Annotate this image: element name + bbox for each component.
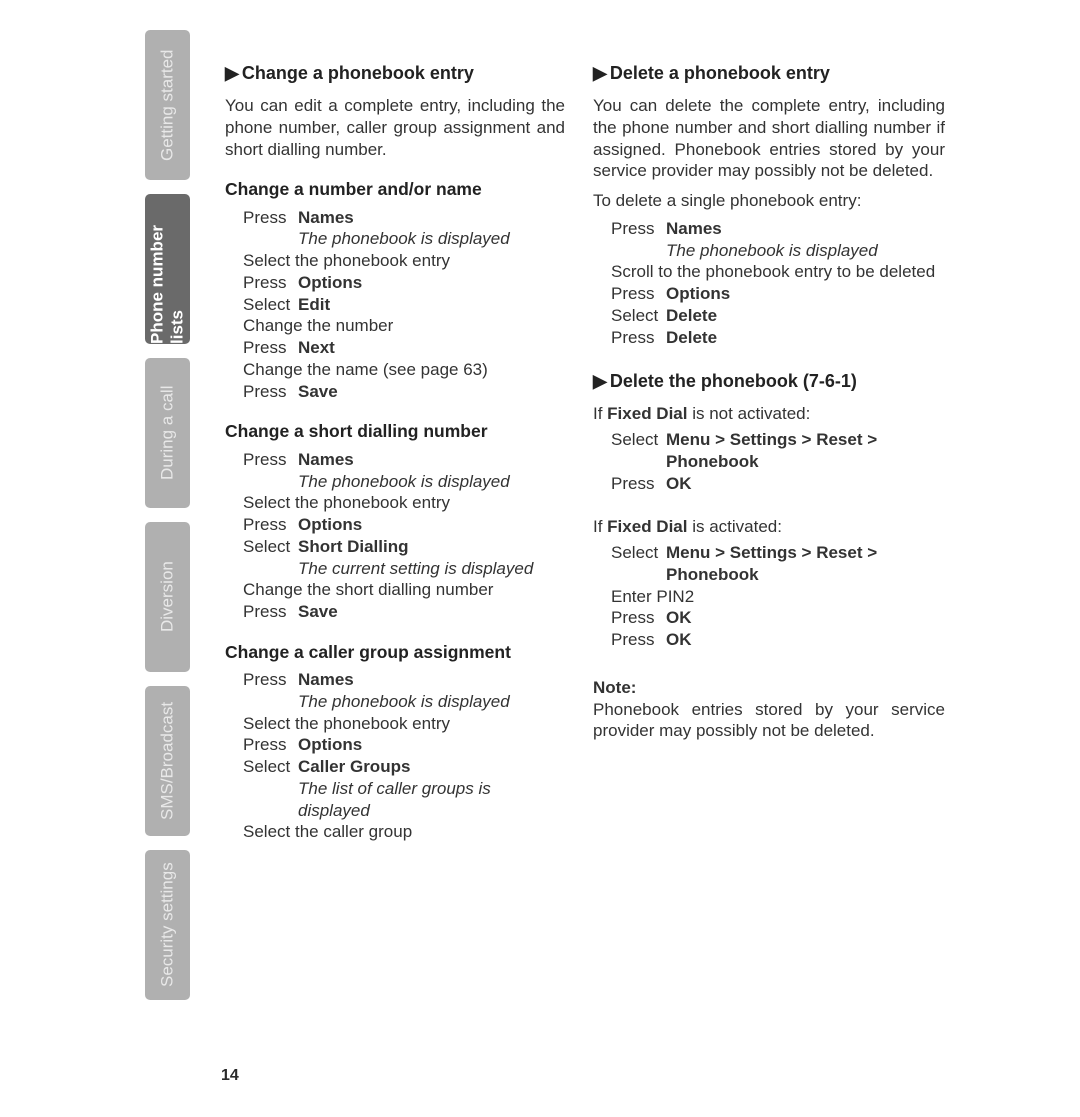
step-note: The list of caller groups is displayed (243, 778, 565, 822)
if-fixed-dial-not: If Fixed Dial is not activated: (593, 403, 945, 425)
step-note: The phonebook is displayed (611, 240, 945, 262)
right-column: ▶Delete a phonebook entry You can delete… (593, 60, 945, 1000)
steps-change-caller-group: PressNames The phonebook is displayed Se… (225, 669, 565, 843)
step: SelectEdit (243, 294, 565, 316)
steps-delete-entry: PressNames The phonebook is displayed Sc… (593, 218, 945, 349)
tab-during-a-call[interactable]: During a call (145, 358, 190, 508)
step: PressNames (243, 449, 565, 471)
step: Enter PIN2 (611, 586, 945, 608)
heading-change-entry: ▶Change a phonebook entry (225, 62, 565, 85)
tab-getting-started[interactable]: Getting started (145, 30, 190, 180)
step: PressOptions (243, 734, 565, 756)
step: SelectMenu > Settings > Reset > Phoneboo… (611, 429, 945, 473)
step: Scroll to the phonebook entry to be dele… (611, 261, 945, 283)
subheading-change-number-name: Change a number and/or name (225, 178, 565, 200)
steps-change-number-name: PressNames The phonebook is displayed Se… (225, 207, 565, 403)
heading-text: Change a phonebook entry (242, 63, 474, 83)
step: SelectDelete (611, 305, 945, 327)
left-column: ▶Change a phonebook entry You can edit a… (225, 60, 565, 1000)
step: PressNames (243, 207, 565, 229)
step: PressOptions (243, 272, 565, 294)
step: Change the short dialling number (243, 579, 565, 601)
sidebar-tabs: Getting started Phone number lists Durin… (0, 30, 200, 1000)
step: Select the phonebook entry (243, 250, 565, 272)
steps-change-short-dial: PressNames The phonebook is displayed Se… (225, 449, 565, 623)
step: PressOK (611, 607, 945, 629)
tab-sms-broadcast[interactable]: SMS/Broadcast (145, 686, 190, 836)
step-note: The phonebook is displayed (243, 691, 565, 713)
step: PressDelete (611, 327, 945, 349)
tab-diversion[interactable]: Diversion (145, 522, 190, 672)
subheading-change-short-dial: Change a short dialling number (225, 420, 565, 442)
note-body: Phonebook entries stored by your service… (593, 699, 945, 743)
page: Getting started Phone number lists Durin… (0, 0, 1080, 1000)
step: Change the name (see page 63) (243, 359, 565, 381)
heading-text: Delete the phonebook (7-6-1) (610, 371, 857, 391)
step: PressNames (243, 669, 565, 691)
step: Select the caller group (243, 821, 565, 843)
arrow-icon: ▶ (225, 62, 239, 85)
step: SelectMenu > Settings > Reset > Phoneboo… (611, 542, 945, 586)
subheading-change-caller-group: Change a caller group assignment (225, 641, 565, 663)
step: SelectCaller Groups (243, 756, 565, 778)
steps-delete-phonebook-2: SelectMenu > Settings > Reset > Phoneboo… (593, 542, 945, 651)
step-note: The phonebook is displayed (243, 228, 565, 250)
heading-text: Delete a phonebook entry (610, 63, 830, 83)
step: PressOK (611, 473, 945, 495)
tab-phone-number-lists[interactable]: Phone number lists (145, 194, 190, 344)
lead-delete-entry: To delete a single phonebook entry: (593, 190, 945, 212)
note-title: Note: (593, 677, 945, 699)
heading-delete-phonebook: ▶Delete the phonebook (7-6-1) (593, 370, 945, 393)
step: Change the number (243, 315, 565, 337)
step: SelectShort Dialling (243, 536, 565, 558)
if-fixed-dial-yes: If Fixed Dial is activated: (593, 516, 945, 538)
step: PressOptions (243, 514, 565, 536)
step: PressOK (611, 629, 945, 651)
steps-delete-phonebook-1: SelectMenu > Settings > Reset > Phoneboo… (593, 429, 945, 494)
intro-change-entry: You can edit a complete entry, including… (225, 95, 565, 160)
arrow-icon: ▶ (593, 62, 607, 85)
page-number: 14 (221, 1067, 239, 1085)
step: Select the phonebook entry (243, 713, 565, 735)
step: PressNames (611, 218, 945, 240)
step: PressSave (243, 601, 565, 623)
tab-security-settings[interactable]: Security settings (145, 850, 190, 1000)
step: Select the phonebook entry (243, 492, 565, 514)
heading-delete-entry: ▶Delete a phonebook entry (593, 62, 945, 85)
step: PressOptions (611, 283, 945, 305)
step-note: The current setting is displayed (243, 558, 565, 580)
content-area: ▶Change a phonebook entry You can edit a… (200, 30, 1080, 1000)
step-note: The phonebook is displayed (243, 471, 565, 493)
step: PressSave (243, 381, 565, 403)
intro-delete-entry: You can delete the complete entry, inclu… (593, 95, 945, 182)
step: PressNext (243, 337, 565, 359)
arrow-icon: ▶ (593, 370, 607, 393)
